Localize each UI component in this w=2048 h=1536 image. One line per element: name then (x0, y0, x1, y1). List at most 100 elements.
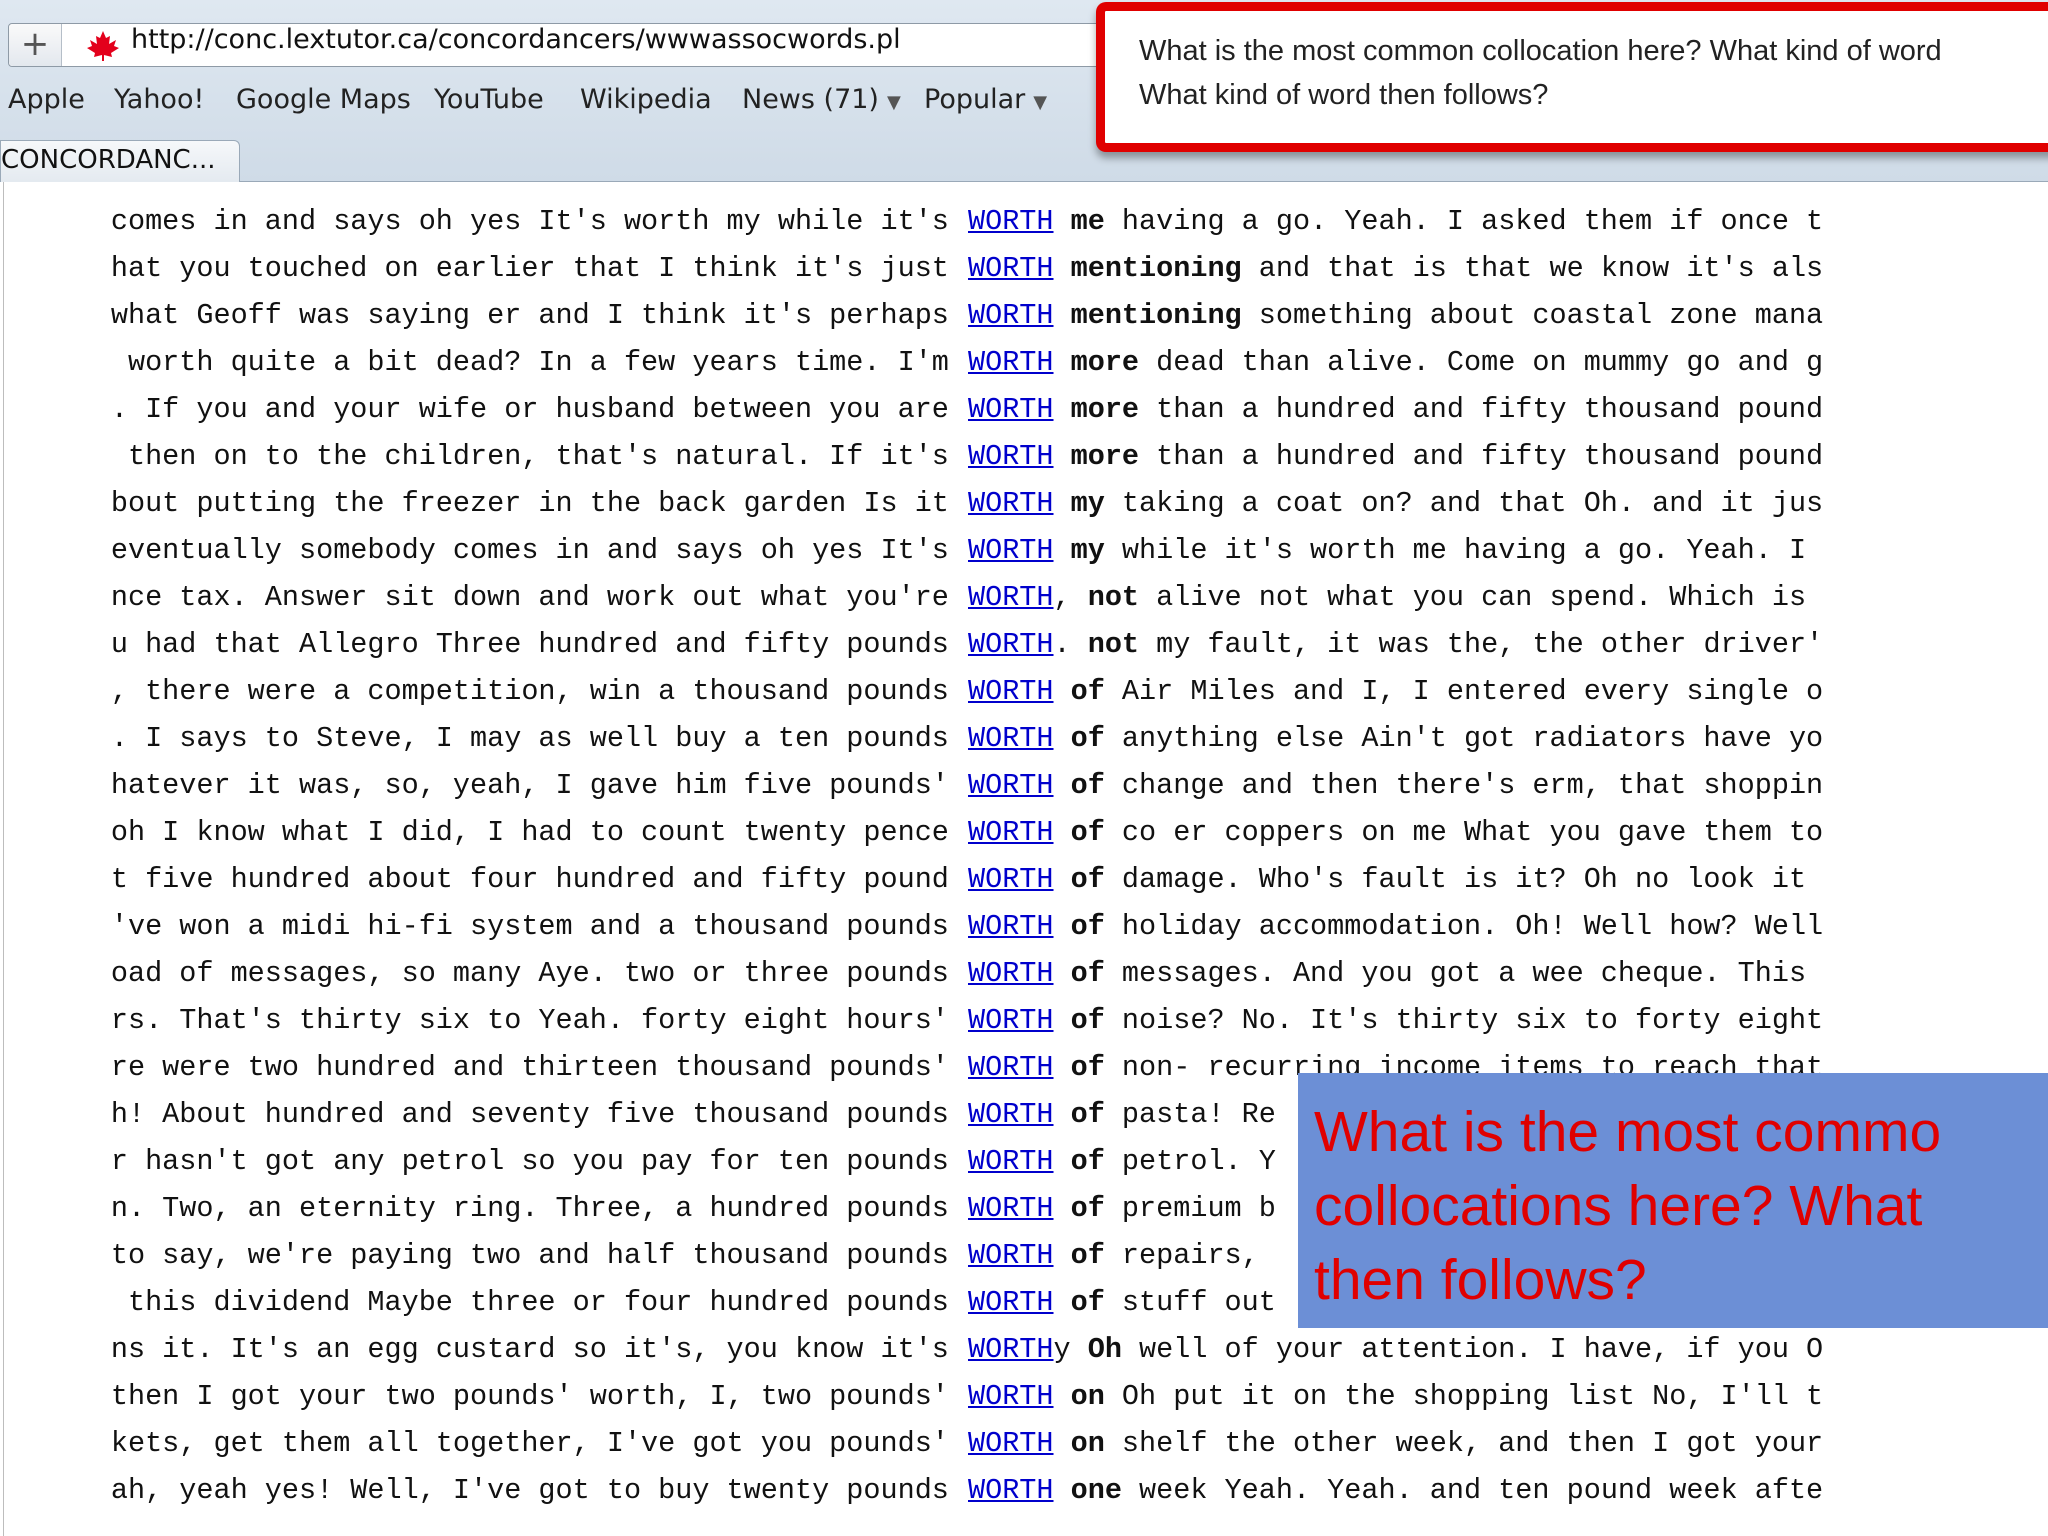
keyword-link[interactable]: WORTH (968, 863, 1054, 896)
keyword-link[interactable]: WORTH (968, 1239, 1054, 1272)
collocate-word: of (1053, 769, 1105, 802)
url-text[interactable]: http://conc.lextutor.ca/concordancers/ww… (131, 24, 901, 66)
left-context: hatever it was, so, yeah, I gave him fiv… (110, 769, 966, 802)
keyword-link[interactable]: WORTH (968, 346, 1054, 379)
left-context: ns it. It's an egg custard so it's, you … (110, 1333, 966, 1366)
keyword-link[interactable]: WORTH (968, 675, 1054, 708)
left-context: hat you touched on earlier that I think … (110, 252, 966, 285)
keyword-and-right-context: WORTH of noise? No. It's thirty six to f… (968, 1004, 1823, 1037)
collocate-word: mentioning (1053, 252, 1242, 285)
left-context: n. Two, an eternity ring. Three, a hundr… (110, 1192, 966, 1225)
keyword-link[interactable]: WORTH (968, 1427, 1054, 1460)
keyword-link[interactable]: WORTH (968, 1333, 1054, 1366)
keyword-link[interactable]: WORTH (968, 534, 1054, 567)
tab-title: CONCORDANC... (1, 145, 216, 175)
right-context: and that is that we know it's als (1241, 252, 1824, 285)
left-context: this dividend Maybe three or four hundre… (110, 1286, 966, 1319)
right-context: change and then there's erm, that shoppi… (1104, 769, 1824, 802)
keyword-link[interactable]: WORTH (968, 1192, 1054, 1225)
left-context: . If you and your wife or husband betwee… (110, 393, 966, 426)
left-context: bout putting the freezer in the back gar… (110, 487, 966, 520)
concordance-line: 've won a midi hi-fi system and a thousa… (0, 910, 2048, 957)
concordance-line: then on to the children, that's natural.… (0, 440, 2048, 487)
bookmark-apple[interactable]: Apple (8, 84, 85, 124)
collocate-word: more (1053, 393, 1140, 426)
keyword-link[interactable]: WORTH (968, 1380, 1054, 1413)
keyword-link[interactable]: WORTH (968, 769, 1054, 802)
maple-leaf-icon (87, 31, 119, 61)
keyword-link[interactable]: WORTH (968, 1286, 1054, 1319)
keyword-link[interactable]: WORTH (968, 628, 1054, 661)
right-context: while it's worth me having a go. Yeah. I (1104, 534, 1807, 567)
left-context: u had that Allegro Three hundred and fif… (110, 628, 966, 661)
keyword-link[interactable]: WORTH (968, 1474, 1054, 1507)
keyword-and-right-context: WORTH my while it's worth me having a go… (968, 534, 1806, 567)
address-bar[interactable]: + http://conc.lextutor.ca/concordancers/… (8, 23, 1128, 67)
concordance-line: oh I know what I did, I had to count twe… (0, 816, 2048, 863)
keyword-and-right-context: WORTH of petrol. Y (968, 1145, 1276, 1178)
keyword-link[interactable]: WORTH (968, 393, 1054, 426)
collocate-word: mentioning (1053, 299, 1242, 332)
keyword-link[interactable]: WORTH (968, 581, 1054, 614)
keyword-link[interactable]: WORTH (968, 487, 1054, 520)
left-context: 've won a midi hi-fi system and a thousa… (110, 910, 966, 943)
keyword-and-right-context: WORTH more than a hundred and fifty thou… (968, 440, 1823, 473)
keyword-and-right-context: WORTH mentioning and that is that we kno… (968, 252, 1823, 285)
keyword-and-right-context: WORTH, not alive not what you can spend.… (968, 581, 1806, 614)
keyword-and-right-context: WORTH of Air Miles and I, I entered ever… (968, 675, 1823, 708)
concordance-line: rs. That's thirty six to Yeah. forty eig… (0, 1004, 2048, 1051)
bookmark-yahoo[interactable]: Yahoo! (114, 84, 204, 124)
dropdown-arrow-icon: ▼ (886, 92, 901, 113)
right-context: co er coppers on me What you gave them t… (1104, 816, 1824, 849)
keyword-link[interactable]: WORTH (968, 722, 1054, 755)
right-context: repairs, (1104, 1239, 1259, 1272)
right-context: Oh put it on the shopping list No, I'll … (1104, 1380, 1824, 1413)
bookmark-popular[interactable]: Popular ▼ (924, 84, 1047, 124)
left-context: then I got your two pounds' worth, I, tw… (110, 1380, 966, 1413)
keyword-and-right-context: WORTH of damage. Who's fault is it? Oh n… (968, 863, 1806, 896)
keyword-link[interactable]: WORTH (968, 816, 1054, 849)
add-bookmark-button[interactable]: + (9, 24, 62, 66)
bookmark-youtube[interactable]: YouTube (434, 84, 544, 124)
bookmark-news[interactable]: News (71) ▼ (742, 84, 901, 124)
keyword-and-right-context: WORTH one week Yeah. Yeah. and ten pound… (968, 1474, 1823, 1507)
bookmark-google-maps[interactable]: Google Maps (236, 84, 411, 124)
concordance-line: hat you touched on earlier that I think … (0, 252, 2048, 299)
left-context: t five hundred about four hundred and fi… (110, 863, 966, 896)
keyword-suffix: . (1053, 628, 1071, 661)
bookmark-wikipedia[interactable]: Wikipedia (580, 84, 712, 124)
keyword-link[interactable]: WORTH (968, 440, 1054, 473)
left-context: oad of messages, so many Aye. two or thr… (110, 957, 966, 990)
concordance-line: bout putting the freezer in the back gar… (0, 487, 2048, 534)
keyword-link[interactable]: WORTH (968, 299, 1054, 332)
left-context: oh I know what I did, I had to count twe… (110, 816, 966, 849)
keyword-suffix: y (1053, 1333, 1071, 1366)
question-overlay: What is the most commo collocations here… (1298, 1073, 2048, 1328)
keyword-link[interactable]: WORTH (968, 252, 1054, 285)
keyword-link[interactable]: WORTH (968, 957, 1054, 990)
keyword-and-right-context: WORTH of messages. And you got a wee che… (968, 957, 1806, 990)
left-context: , there were a competition, win a thousa… (110, 675, 966, 708)
collocate-word: my (1053, 534, 1105, 567)
collocate-word: of (1053, 1239, 1105, 1272)
right-context: having a go. Yeah. I asked them if once … (1104, 205, 1824, 238)
collocate-word: one (1053, 1474, 1122, 1507)
keyword-and-right-context: WORTH more than a hundred and fifty thou… (968, 393, 1823, 426)
keyword-link[interactable]: WORTH (968, 1051, 1054, 1084)
browser-tab[interactable]: CONCORDANC... (0, 140, 240, 182)
collocate-word: on (1053, 1380, 1105, 1413)
keyword-and-right-context: WORTH. not my fault, it was the, the oth… (968, 628, 1823, 661)
right-context: taking a coat on? and that Oh. and it ju… (1104, 487, 1824, 520)
concordance-line: t five hundred about four hundred and fi… (0, 863, 2048, 910)
keyword-link[interactable]: WORTH (968, 1098, 1054, 1131)
right-context: Air Miles and I, I entered every single … (1104, 675, 1824, 708)
keyword-link[interactable]: WORTH (968, 205, 1054, 238)
keyword-link[interactable]: WORTH (968, 910, 1054, 943)
keyword-link[interactable]: WORTH (968, 1145, 1054, 1178)
collocate-word: Oh (1070, 1333, 1122, 1366)
collocate-word: of (1053, 816, 1105, 849)
right-context: alive not what you can spend. Which is (1139, 581, 1807, 614)
keyword-link[interactable]: WORTH (968, 1004, 1054, 1037)
concordance-line: . I says to Steve, I may as well buy a t… (0, 722, 2048, 769)
keyword-and-right-context: WORTH me having a go. Yeah. I asked them… (968, 205, 1823, 238)
